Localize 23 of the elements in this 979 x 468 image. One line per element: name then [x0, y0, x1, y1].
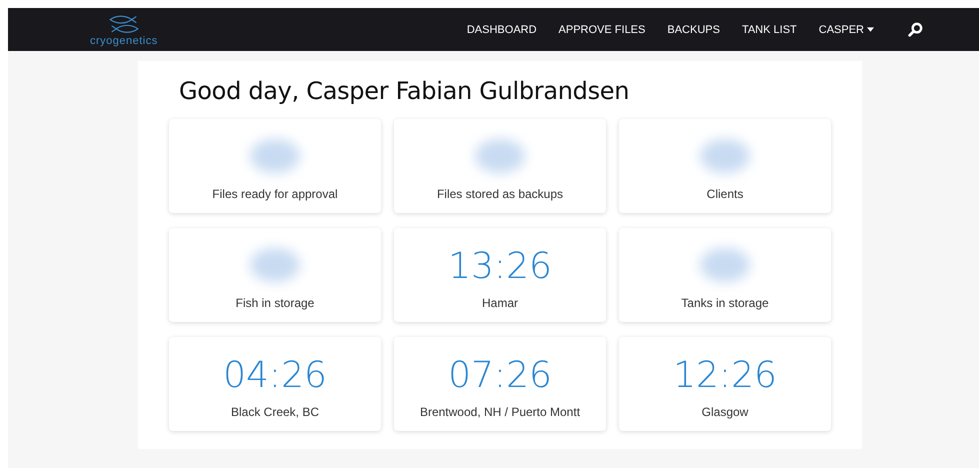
- clock-time: 13:26: [448, 246, 552, 286]
- card-label: Black Creek, BC: [230, 405, 320, 419]
- card-label: Files ready for approval: [212, 187, 338, 201]
- nav-link[interactable]: DASHBOARD: [466, 24, 537, 36]
- clock-time: 12:26: [673, 354, 777, 396]
- user-menu[interactable]: CASPER: [818, 24, 874, 36]
- brand-logo-text[interactable]: cryogenetics: [90, 34, 158, 46]
- nav-link[interactable]: TANK LIST: [742, 24, 797, 36]
- nav-link[interactable]: APPROVE FILES: [558, 24, 646, 36]
- card-label: Brentwood, NH / Puerto Montt: [420, 405, 580, 419]
- greeting-heading: Good day, Casper Fabian Gulbrandsen: [179, 77, 630, 105]
- caret-icon: [867, 27, 874, 32]
- card-label: Clients: [706, 187, 744, 201]
- fish-logo-icon: [106, 14, 141, 34]
- card-label: Hamar: [482, 296, 518, 310]
- nav-link[interactable]: BACKUPS: [667, 24, 720, 36]
- card-label: Fish in storage: [236, 296, 314, 310]
- search-icon[interactable]: [908, 22, 923, 37]
- card-label: Tanks in storage: [681, 296, 769, 310]
- card-label: Glasgow: [702, 405, 748, 419]
- clock-time: 04:26: [223, 354, 327, 396]
- clock-time: 07:26: [448, 354, 552, 396]
- card-label: Files stored as backups: [436, 187, 564, 201]
